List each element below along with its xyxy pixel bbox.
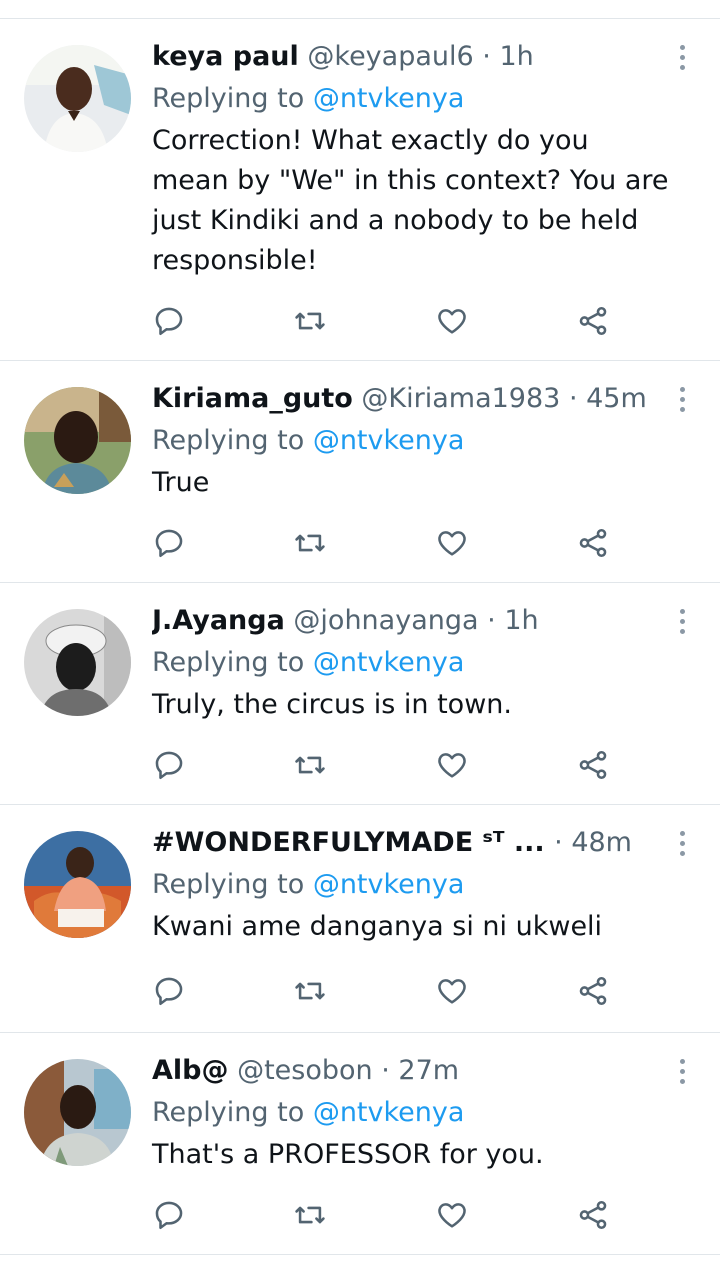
- replying-prefix: Replying to: [152, 869, 305, 900]
- replying-to: Replying to @ntvkenya: [152, 1095, 672, 1131]
- avatar[interactable]: [24, 609, 131, 716]
- more-options-icon[interactable]: [678, 387, 686, 417]
- tweet-text: True: [152, 467, 210, 498]
- reply-icon[interactable]: [152, 526, 192, 566]
- mention-link[interactable]: @ntvkenya: [313, 83, 465, 114]
- avatar[interactable]: [24, 45, 131, 152]
- more-options-icon[interactable]: [678, 609, 686, 639]
- mention-link[interactable]: @ntvkenya: [313, 869, 465, 900]
- tweet-text: Truly, the circus is in town.: [152, 689, 512, 720]
- timestamp[interactable]: 1h: [499, 41, 533, 72]
- heart-icon[interactable]: [435, 974, 475, 1014]
- display-name[interactable]: keya paul: [152, 41, 299, 72]
- heart-icon[interactable]: [435, 748, 475, 788]
- user-handle[interactable]: @keyapaul6: [307, 41, 473, 72]
- separator-dot: ·: [554, 827, 563, 858]
- display-name[interactable]: #WONDERFULYMADE ˢᵀ ...: [152, 825, 545, 861]
- replying-to: Replying to @ntvkenya: [152, 81, 672, 117]
- reply-icon[interactable]: [152, 748, 192, 788]
- replying-prefix: Replying to: [152, 83, 305, 114]
- replying-prefix: Replying to: [152, 647, 305, 678]
- display-name[interactable]: J.Ayanga: [152, 605, 285, 636]
- tweet-actions: [152, 748, 632, 788]
- tweet-header: Alb@ @tesobon · 27m: [152, 1053, 672, 1089]
- heart-icon[interactable]: [435, 1198, 475, 1238]
- more-options-icon[interactable]: [678, 1059, 686, 1089]
- share-icon[interactable]: [576, 974, 616, 1014]
- avatar[interactable]: [24, 1059, 131, 1166]
- tweet-header: keya paul @keyapaul6 · 1h: [152, 39, 672, 75]
- timestamp[interactable]: 45m: [586, 383, 647, 414]
- timestamp[interactable]: 1h: [504, 605, 538, 636]
- retweet-icon[interactable]: [293, 526, 333, 566]
- mention-link[interactable]: @ntvkenya: [313, 647, 465, 678]
- user-handle[interactable]: @johnayanga: [293, 605, 478, 636]
- replying-to: Replying to @ntvkenya: [152, 645, 672, 681]
- retweet-icon[interactable]: [293, 1198, 333, 1238]
- replying-prefix: Replying to: [152, 1097, 305, 1128]
- separator-dot: ·: [482, 41, 491, 72]
- more-options-icon[interactable]: [678, 45, 686, 75]
- tweet-header: Kiriama_guto @Kiriama1983 · 45m: [152, 381, 672, 417]
- more-options-icon[interactable]: [678, 831, 686, 861]
- replying-to: Replying to @ntvkenya: [152, 867, 672, 903]
- heart-icon[interactable]: [435, 304, 475, 344]
- separator-dot: ·: [568, 383, 578, 414]
- tweet-actions: [152, 526, 632, 566]
- tweet-text: Kwani ame danganya si ni ukweli: [152, 911, 603, 942]
- tweet-actions: [152, 1198, 632, 1238]
- share-icon[interactable]: [576, 526, 616, 566]
- tweet-actions: [152, 304, 632, 344]
- share-icon[interactable]: [576, 748, 616, 788]
- tweet[interactable]: Kiriama_guto @Kiriama1983 · 45m Replying…: [0, 361, 720, 583]
- tweet-text: That's a PROFESSOR for you.: [152, 1139, 544, 1170]
- retweet-icon[interactable]: [293, 748, 333, 788]
- reply-icon[interactable]: [152, 974, 192, 1014]
- reply-feed: keya paul @keyapaul6 · 1h Replying to @n…: [0, 19, 720, 1255]
- share-icon[interactable]: [576, 1198, 616, 1238]
- user-handle[interactable]: @tesobon: [237, 1055, 373, 1086]
- tweet[interactable]: Alb@ @tesobon · 27m Replying to @ntvkeny…: [0, 1033, 720, 1255]
- display-name[interactable]: Kiriama_guto: [152, 383, 353, 414]
- tweet-header: J.Ayanga @johnayanga · 1h: [152, 603, 672, 639]
- mention-link[interactable]: @ntvkenya: [313, 425, 465, 456]
- separator-dot: ·: [487, 605, 496, 636]
- share-icon[interactable]: [576, 304, 616, 344]
- avatar[interactable]: [24, 387, 131, 494]
- timestamp[interactable]: 27m: [398, 1055, 459, 1086]
- avatar[interactable]: [24, 831, 131, 938]
- separator-dot: ·: [381, 1055, 390, 1086]
- heart-icon[interactable]: [435, 526, 475, 566]
- timestamp[interactable]: 48m: [571, 827, 632, 858]
- reply-icon[interactable]: [152, 304, 192, 344]
- top-strip: [0, 0, 720, 18]
- retweet-icon[interactable]: [293, 974, 333, 1014]
- tweet[interactable]: J.Ayanga @johnayanga · 1h Replying to @n…: [0, 583, 720, 805]
- tweet-header: #WONDERFULYMADE ˢᵀ ... · 48m: [152, 825, 632, 861]
- user-handle[interactable]: @Kiriama1983: [361, 383, 560, 414]
- tweet-actions: [152, 974, 632, 1014]
- mention-link[interactable]: @ntvkenya: [313, 1097, 465, 1128]
- replying-prefix: Replying to: [152, 425, 305, 456]
- display-name[interactable]: Alb@: [152, 1055, 228, 1086]
- replying-to: Replying to @ntvkenya: [152, 423, 672, 459]
- reply-icon[interactable]: [152, 1198, 192, 1238]
- tweet-text: Correction! What exactly do you mean by …: [152, 125, 669, 276]
- tweet[interactable]: #WONDERFULYMADE ˢᵀ ... · 48m Replying to…: [0, 805, 720, 1033]
- tweet[interactable]: keya paul @keyapaul6 · 1h Replying to @n…: [0, 19, 720, 361]
- retweet-icon[interactable]: [293, 304, 333, 344]
